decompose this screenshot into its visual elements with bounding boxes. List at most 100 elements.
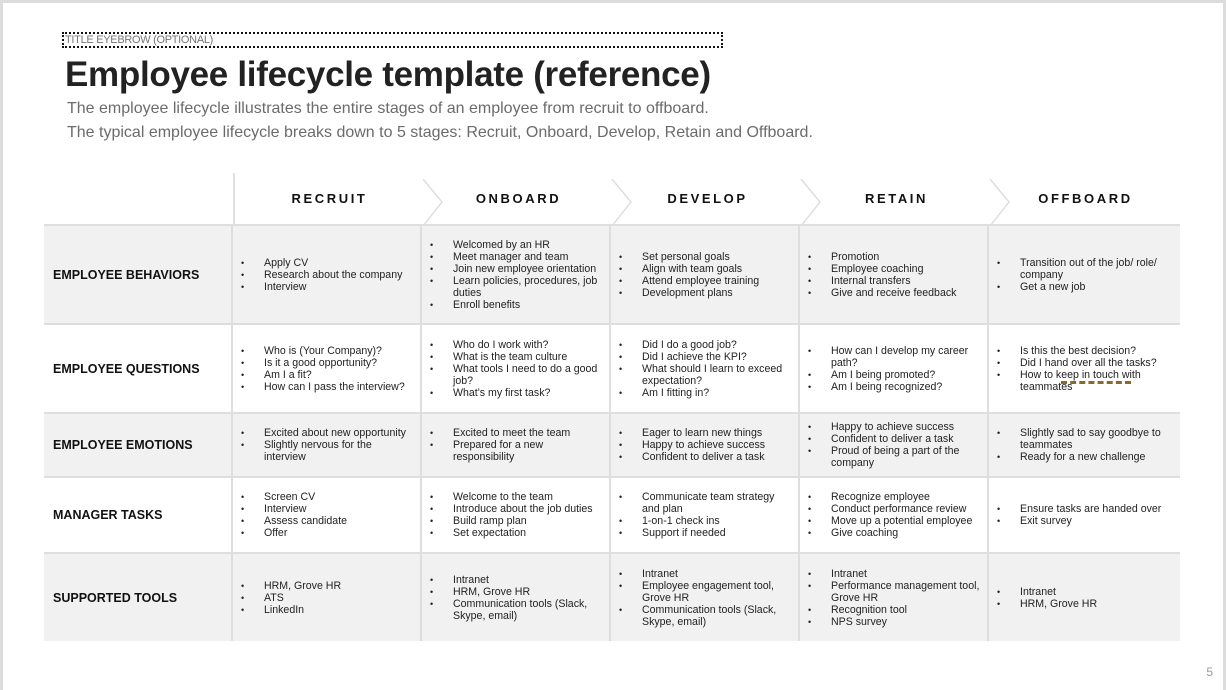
row-label: SUPPORTED TOOLS [44, 554, 233, 641]
bullet-item: NPS survey [808, 616, 981, 628]
bullet-item: Who do I work with? [430, 339, 603, 351]
stage-header-develop: DEVELOP [667, 191, 748, 206]
bullet-item: Set personal goals [619, 251, 759, 263]
table-cell-offboard[interactable]: Transition out of the job/ role/ company… [989, 226, 1178, 323]
table-cell-recruit[interactable]: Apply CVResearch about the companyInterv… [233, 226, 422, 323]
bullet-item: Offer [241, 527, 347, 539]
table-cell-retain[interactable]: Recognize employeeConduct performance re… [800, 478, 989, 552]
bullet-list: Excited to meet the teamPrepared for a n… [430, 427, 603, 463]
row-label: EMPLOYEE QUESTIONS [44, 325, 233, 412]
bullet-item: Learn policies, procedures, job duties [430, 275, 603, 299]
bullet-list: Welcome to the teamIntroduce about the j… [430, 491, 593, 539]
bullet-item: Am I a fit? [241, 369, 405, 381]
row-label: EMPLOYEE EMOTIONS [44, 414, 233, 476]
bullet-item: Conduct performance review [808, 503, 972, 515]
table-cell-offboard[interactable]: Slightly sad to say goodbye to teammates… [989, 414, 1178, 476]
bullet-item: Welcomed by an HR [430, 239, 603, 251]
bullet-list: Eager to learn new thingsHappy to achiev… [619, 427, 765, 463]
table-cell-develop[interactable]: Communicate team strategy and plan1-on-1… [611, 478, 800, 552]
table-cell-retain[interactable]: PromotionEmployee coachingInternal trans… [800, 226, 989, 323]
table-cell-onboard[interactable]: Excited to meet the teamPrepared for a n… [422, 414, 611, 476]
stage-header-row: RECRUIT ONBOARD DEVELOP RETAIN OFFBOARD [44, 173, 1180, 226]
bullet-item: Interview [241, 503, 347, 515]
bullet-item: Is it a good opportunity? [241, 357, 405, 369]
bullet-item: Confident to deliver a task [808, 433, 981, 445]
table-cell-onboard[interactable]: IntranetHRM, Grove HRCommunication tools… [422, 554, 611, 641]
bullet-item: Happy to achieve success [619, 439, 765, 451]
stage-header-retain: RETAIN [864, 191, 929, 206]
bullet-item: Screen CV [241, 491, 347, 503]
bullet-item: Move up a potential employee [808, 515, 972, 527]
bullet-item: Recognize employee [808, 491, 972, 503]
table-cell-offboard[interactable]: Is this the best decision?Did I hand ove… [989, 325, 1178, 412]
bullet-list: Excited about new opportunitySlightly ne… [241, 427, 414, 463]
table-cell-offboard[interactable]: IntranetHRM, Grove HR [989, 554, 1178, 641]
table-cell-retain[interactable]: How can I develop my career path?Am I be… [800, 325, 989, 412]
bullet-item: Excited about new opportunity [241, 427, 414, 439]
bullet-item: Communicate team strategy and plan [619, 491, 792, 515]
table-cell-develop[interactable]: Did I do a good job?Did I achieve the KP… [611, 325, 800, 412]
bullet-item: Development plans [619, 287, 759, 299]
bullet-item: Communication tools (Slack, Skype, email… [619, 604, 792, 628]
table-row-employee-questions: EMPLOYEE QUESTIONSWho is (Your Company)?… [44, 323, 1180, 412]
bullet-item: Ensure tasks are handed over [997, 503, 1161, 515]
table-cell-onboard[interactable]: Who do I work with?What is the team cult… [422, 325, 611, 412]
bullet-list: How can I develop my career path?Am I be… [808, 345, 981, 393]
page-number: 5 [1206, 665, 1213, 679]
table-cell-recruit[interactable]: Screen CVInterviewAssess candidateOffer [233, 478, 422, 552]
bullet-item: Intranet [619, 568, 792, 580]
bullet-list: Set personal goalsAlign with team goalsA… [619, 251, 759, 299]
table-cell-recruit[interactable]: Who is (Your Company)?Is it a good oppor… [233, 325, 422, 412]
bullet-list: HRM, Grove HRATSLinkedIn [241, 580, 341, 616]
table-cell-onboard[interactable]: Welcomed by an HRMeet manager and teamJo… [422, 226, 611, 323]
bullet-item: Slightly nervous for the interview [241, 439, 414, 463]
bullet-item: Did I hand over all the tasks? [997, 357, 1172, 369]
table-row-manager-tasks: MANAGER TASKSScreen CVInterviewAssess ca… [44, 476, 1180, 552]
bullet-item: Interview [241, 281, 402, 293]
bullet-item: Slightly sad to say goodbye to teammates [997, 427, 1172, 451]
bullet-item: How can I pass the interview? [241, 381, 405, 393]
bullet-item: Set expectation [430, 527, 593, 539]
table-cell-offboard[interactable]: Ensure tasks are handed overExit survey [989, 478, 1178, 552]
bullet-item: Join new employee orientation [430, 263, 603, 275]
bullet-item: Am I fitting in? [619, 387, 792, 399]
slide: TITLE EYEBROW (OPTIONAL) Employee lifecy… [3, 3, 1223, 690]
bullet-item: Support if needed [619, 527, 792, 539]
bullet-item: Ready for a new challenge [997, 451, 1172, 463]
table-cell-onboard[interactable]: Welcome to the teamIntroduce about the j… [422, 478, 611, 552]
table-cell-retain[interactable]: IntranetPerformance management tool, Gro… [800, 554, 989, 641]
bullet-item: Is this the best decision? [997, 345, 1172, 357]
bullet-list: Welcomed by an HRMeet manager and teamJo… [430, 239, 603, 311]
stage-header-offboard: OFFBOARD [1038, 191, 1133, 206]
stage-header-recruit: RECRUIT [291, 191, 368, 206]
bullet-item: Eager to learn new things [619, 427, 765, 439]
description-line-2: The typical employee lifecycle breaks do… [67, 124, 813, 141]
bullet-item: HRM, Grove HR [241, 580, 341, 592]
bullet-list: Did I do a good job?Did I achieve the KP… [619, 339, 792, 399]
bullet-item: ATS [241, 592, 341, 604]
table-cell-recruit[interactable]: HRM, Grove HRATSLinkedIn [233, 554, 422, 641]
bullet-item: Attend employee training [619, 275, 759, 287]
bullet-list: IntranetHRM, Grove HR [997, 586, 1097, 610]
bullet-item: Exit survey [997, 515, 1161, 527]
table-cell-recruit[interactable]: Excited about new opportunitySlightly ne… [233, 414, 422, 476]
bullet-item: Prepared for a new responsibility [430, 439, 603, 463]
lifecycle-table: RECRUIT ONBOARD DEVELOP RETAIN OFFBOARD EMPL… [44, 173, 1180, 641]
bullet-item: Did I achieve the KPI? [619, 351, 792, 363]
bullet-item: Recognition tool [808, 604, 981, 616]
bullet-item: Am I being recognized? [808, 381, 981, 393]
bullet-item: Transition out of the job/ role/ company [997, 257, 1172, 281]
bullet-item: Promotion [808, 251, 956, 263]
table-cell-develop[interactable]: Eager to learn new thingsHappy to achiev… [611, 414, 800, 476]
bullet-list: Happy to achieve successConfident to del… [808, 421, 981, 469]
bullet-item: 1-on-1 check ins [619, 515, 792, 527]
table-cell-develop[interactable]: IntranetEmployee engagement tool, Grove … [611, 554, 800, 641]
bullet-item: Meet manager and team [430, 251, 603, 263]
bullet-item: Employee engagement tool, Grove HR [619, 580, 792, 604]
bullet-item: What is the team culture [430, 351, 603, 363]
title-eyebrow-placeholder[interactable]: TITLE EYEBROW (OPTIONAL) [62, 32, 723, 48]
table-cell-retain[interactable]: Happy to achieve successConfident to del… [800, 414, 989, 476]
bullet-list: IntranetPerformance management tool, Gro… [808, 568, 981, 628]
row-label: MANAGER TASKS [44, 478, 233, 552]
table-cell-develop[interactable]: Set personal goalsAlign with team goalsA… [611, 226, 800, 323]
